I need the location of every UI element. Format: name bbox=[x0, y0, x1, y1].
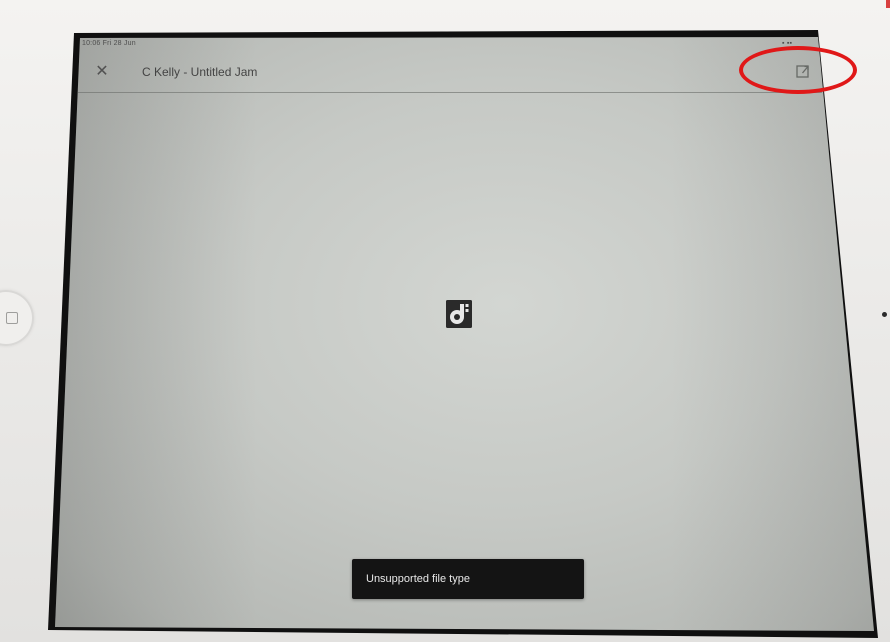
jamboard-icon bbox=[446, 300, 472, 328]
page-title: C Kelly - Untitled Jam bbox=[142, 65, 258, 79]
close-icon: ✕ bbox=[95, 63, 109, 80]
front-camera bbox=[882, 312, 887, 317]
annotation-highlight-circle bbox=[739, 46, 857, 94]
corner-mark bbox=[886, 0, 890, 8]
toast-message: Unsupported file type bbox=[352, 559, 584, 599]
status-time-date: 10:06 Fri 28 Jun bbox=[82, 40, 136, 47]
screen-shading bbox=[55, 37, 874, 631]
close-button[interactable]: ✕ bbox=[92, 62, 112, 82]
device-screen: 10:06 Fri 28 Jun ▪ ▪▪ ✕ C Kelly - Untitl… bbox=[55, 37, 874, 631]
photo-frame: 10:06 Fri 28 Jun ▪ ▪▪ ✕ C Kelly - Untitl… bbox=[0, 0, 890, 642]
status-bar: 10:06 Fri 28 Jun ▪ ▪▪ bbox=[82, 40, 792, 52]
app-header: ✕ C Kelly - Untitled Jam bbox=[78, 52, 822, 93]
home-button-icon bbox=[6, 312, 18, 324]
home-button[interactable] bbox=[0, 290, 34, 346]
